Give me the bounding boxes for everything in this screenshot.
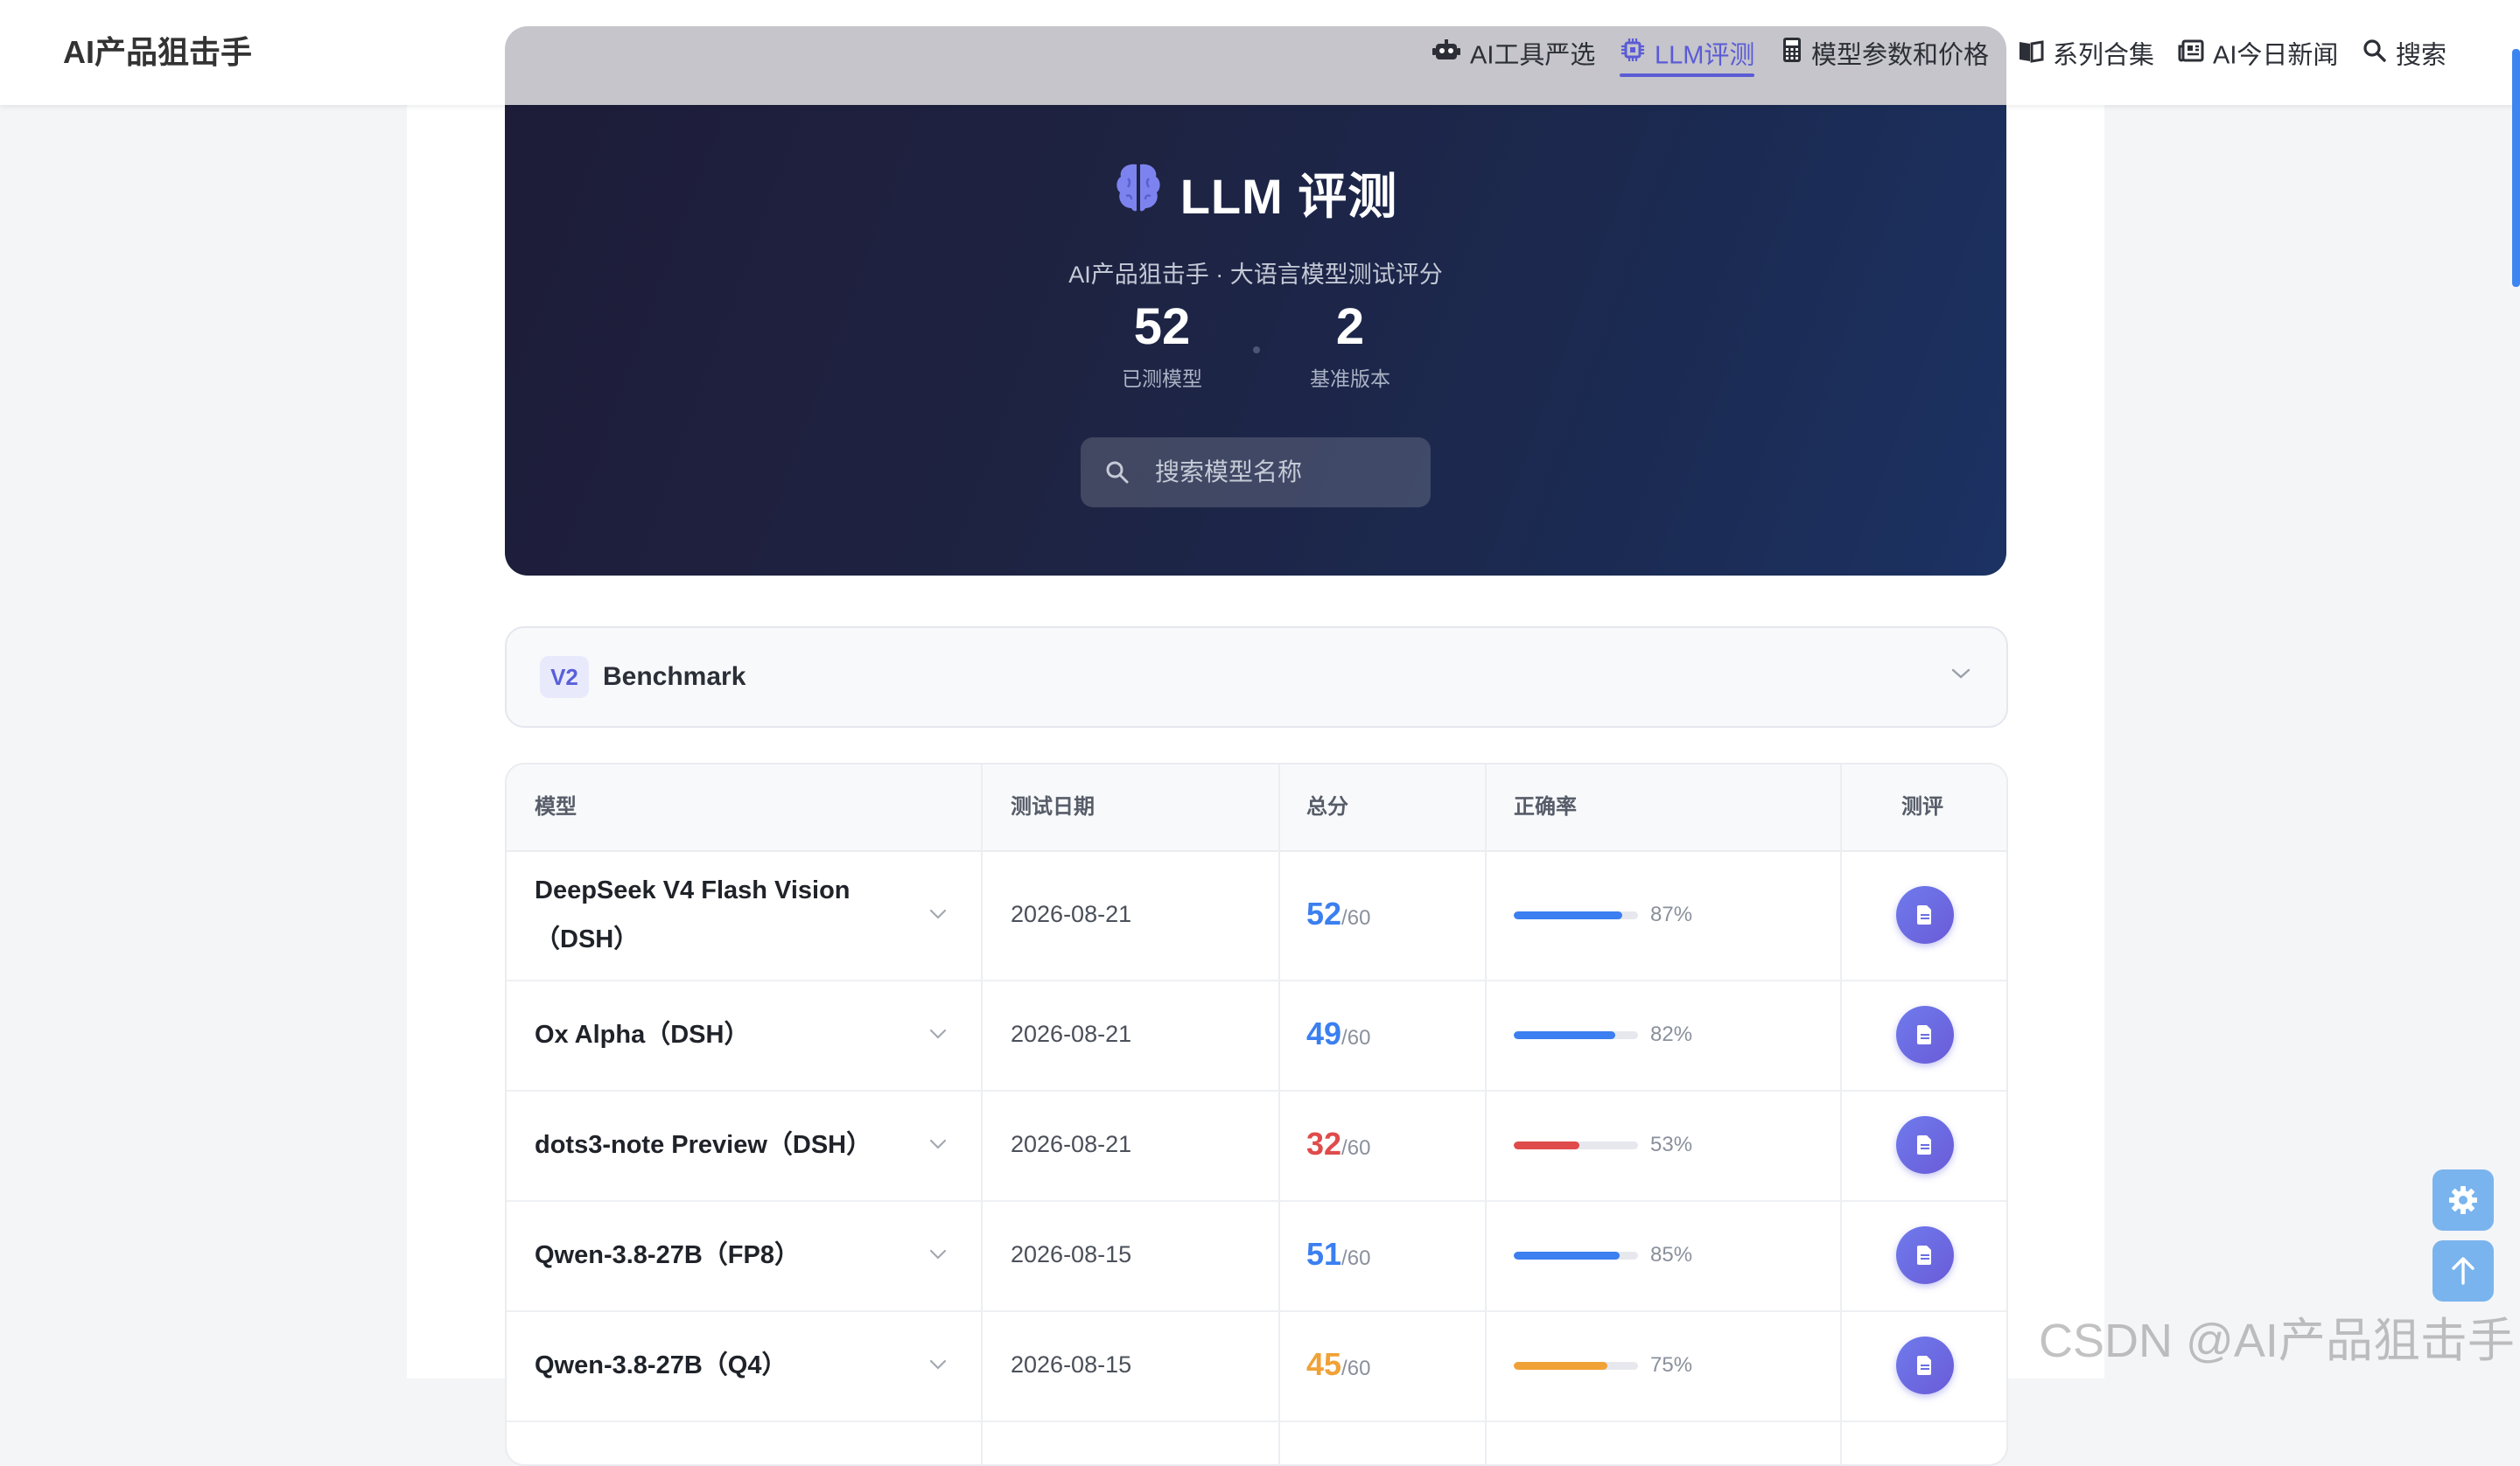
total-score: 32/60 <box>1306 1126 1370 1162</box>
accuracy-bar <box>1514 911 1638 919</box>
stat-separator <box>1253 346 1260 353</box>
score-max: /60 <box>1341 1136 1371 1160</box>
score-value: 32 <box>1306 1126 1342 1162</box>
total-score: 49/60 <box>1306 1016 1370 1052</box>
header-accuracy: 正确率 <box>1514 795 1577 819</box>
chevron-down-icon[interactable] <box>928 1028 948 1044</box>
results-table: 模型 测试日期 总分 正确率 测评 DeepSeek V4 Flash Visi… <box>505 763 2008 1466</box>
chip-icon <box>1620 1 1646 109</box>
test-date: 2026-08-15 <box>1011 1241 1132 1267</box>
nav-item-ai-tools[interactable]: AI工具严选 <box>1432 0 1595 105</box>
test-date: 2026-08-15 <box>1011 1351 1132 1378</box>
chevron-down-icon[interactable] <box>928 1138 948 1155</box>
nav-item-series[interactable]: 系列合集 <box>2018 0 2154 105</box>
accuracy-bar <box>1514 1252 1638 1260</box>
version-badge: V2 <box>540 656 589 698</box>
search-placeholder: 搜索模型名称 <box>1155 458 1303 485</box>
header-model: 模型 <box>535 795 577 819</box>
nav-item-model-params[interactable]: 模型参数和价格 <box>1782 0 1989 105</box>
accuracy-bar-fill <box>1514 1252 1620 1260</box>
accuracy-bar-fill <box>1514 911 1622 919</box>
search-icon <box>2362 1 2387 109</box>
score-value: 45 <box>1306 1346 1342 1382</box>
stat-value: 2 <box>1335 298 1365 355</box>
nav-item-search[interactable]: 搜索 <box>2362 0 2446 105</box>
score-max: /60 <box>1341 1246 1371 1270</box>
test-date: 2026-08-21 <box>1011 1131 1132 1157</box>
score-max: /60 <box>1341 1357 1371 1380</box>
nav-item-ai-news[interactable]: AI今日新闻 <box>2178 0 2338 105</box>
chevron-down-icon[interactable] <box>928 1358 948 1375</box>
nav-item-llm-eval[interactable]: LLM评测 <box>1620 0 1755 105</box>
model-name: Qwen-3.8-27B（Q4） <box>535 1351 788 1379</box>
table-row[interactable]: Qwen-3.8-27B（Q4） 2026-08-15 45/60 75% <box>507 1310 2006 1422</box>
header-date: 测试日期 <box>1011 795 1095 819</box>
total-score: 51/60 <box>1306 1236 1370 1273</box>
brand-logo[interactable]: AI产品狙击手 <box>63 0 252 105</box>
accuracy-percent: 75% <box>1650 1353 1693 1377</box>
header-score: 总分 <box>1306 795 1348 819</box>
total-score: 52/60 <box>1306 896 1370 932</box>
review-button[interactable] <box>1896 1337 1954 1394</box>
page-scrollbar[interactable] <box>2512 49 2520 287</box>
brain-icon <box>1114 161 1163 225</box>
accuracy-bar <box>1514 1031 1638 1039</box>
watermark: CSDN @AI产品狙击手 <box>2039 1315 2515 1367</box>
model-name: dots3-note Preview（DSH） <box>535 1131 872 1159</box>
review-button[interactable] <box>1896 1006 1954 1064</box>
stat-value: 52 <box>1133 298 1191 355</box>
table-row[interactable]: Qwen-3.8-27B（FP8） 2026-08-15 51/60 85% <box>507 1200 2006 1312</box>
score-value: 52 <box>1306 896 1342 932</box>
table-row[interactable]: Ox Alpha（DSH） 2026-08-21 49/60 82% <box>507 980 2006 1092</box>
chevron-down-icon <box>1950 667 1971 685</box>
chevron-down-icon[interactable] <box>928 1248 948 1265</box>
test-date: 2026-08-21 <box>1011 901 1132 927</box>
robot-icon <box>1432 1 1461 109</box>
score-max: /60 <box>1341 906 1371 930</box>
table-row[interactable]: DeepSeek V4 Flash Vision（DSH） 2026-08-21 5… <box>507 850 2006 981</box>
model-name: Ox Alpha（DSH） <box>535 1021 750 1049</box>
hero-subtitle: AI产品狙击手 · 大语言模型测试评分 <box>1068 262 1443 288</box>
table-row[interactable]: dots3-note Preview（DSH） 2026-08-21 32/60 53… <box>507 1090 2006 1202</box>
back-to-top-button[interactable] <box>2432 1240 2494 1302</box>
stat-tested-models: 52 已测模型 <box>1074 297 1250 392</box>
accuracy-bar <box>1514 1141 1638 1149</box>
accuracy-bar-fill <box>1514 1362 1607 1370</box>
newspaper-icon <box>2178 1 2204 109</box>
accuracy-percent: 87% <box>1650 903 1693 926</box>
table-header: 模型 测试日期 总分 正确率 测评 <box>507 764 2006 852</box>
accuracy-bar-fill <box>1514 1031 1615 1039</box>
score-value: 49 <box>1306 1016 1342 1051</box>
score-value: 51 <box>1306 1236 1342 1272</box>
accuracy-percent: 53% <box>1650 1133 1693 1156</box>
model-name: Qwen-3.8-27B（FP8） <box>535 1241 800 1269</box>
review-button[interactable] <box>1896 1116 1954 1174</box>
stat-benchmark-versions: 2 基准版本 <box>1263 297 1438 392</box>
search-icon <box>1105 460 1130 489</box>
chevron-down-icon[interactable] <box>928 908 948 925</box>
accuracy-percent: 85% <box>1650 1243 1693 1267</box>
model-name: DeepSeek V4 Flash Vision（DSH） <box>535 876 850 953</box>
book-icon <box>2018 1 2044 109</box>
stat-label: 基准版本 <box>1310 367 1390 390</box>
accuracy-bar-fill <box>1514 1141 1579 1149</box>
review-button[interactable] <box>1896 1226 1954 1284</box>
total-score: 45/60 <box>1306 1346 1370 1383</box>
stat-label: 已测模型 <box>1122 367 1202 390</box>
review-button[interactable] <box>1896 886 1954 944</box>
test-date: 2026-08-21 <box>1011 1021 1132 1047</box>
top-navbar: AI产品狙击手 AI工具严选 LLM评测 模型参数和价格 系列合集 AI今日新闻… <box>0 0 2520 105</box>
model-search-input[interactable]: 搜索模型名称 <box>1081 437 1431 507</box>
score-max: /60 <box>1341 1026 1371 1050</box>
header-review: 测评 <box>1901 795 1943 819</box>
benchmark-label: Benchmark <box>603 662 746 691</box>
settings-button[interactable] <box>2432 1169 2494 1231</box>
accuracy-bar <box>1514 1362 1638 1370</box>
hero-title: LLM 评测 <box>505 157 2006 228</box>
accuracy-percent: 82% <box>1650 1023 1693 1046</box>
calculator-icon <box>1782 1 1802 109</box>
benchmark-selector[interactable]: V2 Benchmark <box>505 626 2008 728</box>
